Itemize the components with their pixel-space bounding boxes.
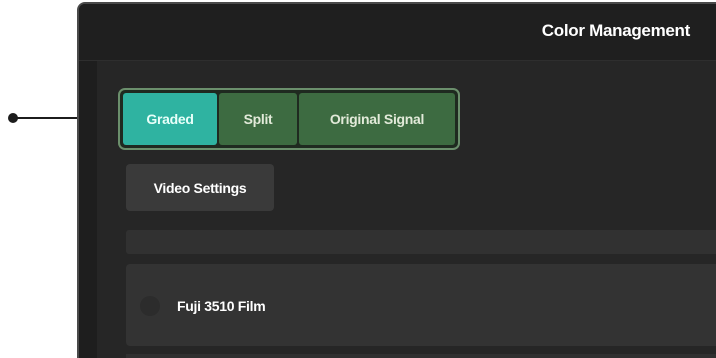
next-preset-row[interactable] bbox=[126, 354, 716, 358]
view-mode-segmented-control: Graded Split Original Signal bbox=[118, 88, 460, 150]
separator-row bbox=[126, 230, 716, 254]
split-button[interactable]: Split bbox=[219, 93, 297, 145]
video-settings-button[interactable]: Video Settings bbox=[126, 164, 274, 211]
preset-radio[interactable] bbox=[140, 296, 160, 316]
preset-label: Fuji 3510 Film bbox=[177, 298, 266, 314]
window-title: Color Management bbox=[541, 21, 691, 40]
original-signal-button[interactable]: Original Signal bbox=[299, 93, 455, 145]
preset-row[interactable]: Fuji 3510 Film bbox=[126, 264, 716, 346]
titlebar: Color Management bbox=[79, 4, 716, 61]
graded-button[interactable]: Graded bbox=[123, 93, 217, 145]
color-management-window: Color Management Graded Split Original S… bbox=[77, 2, 716, 358]
